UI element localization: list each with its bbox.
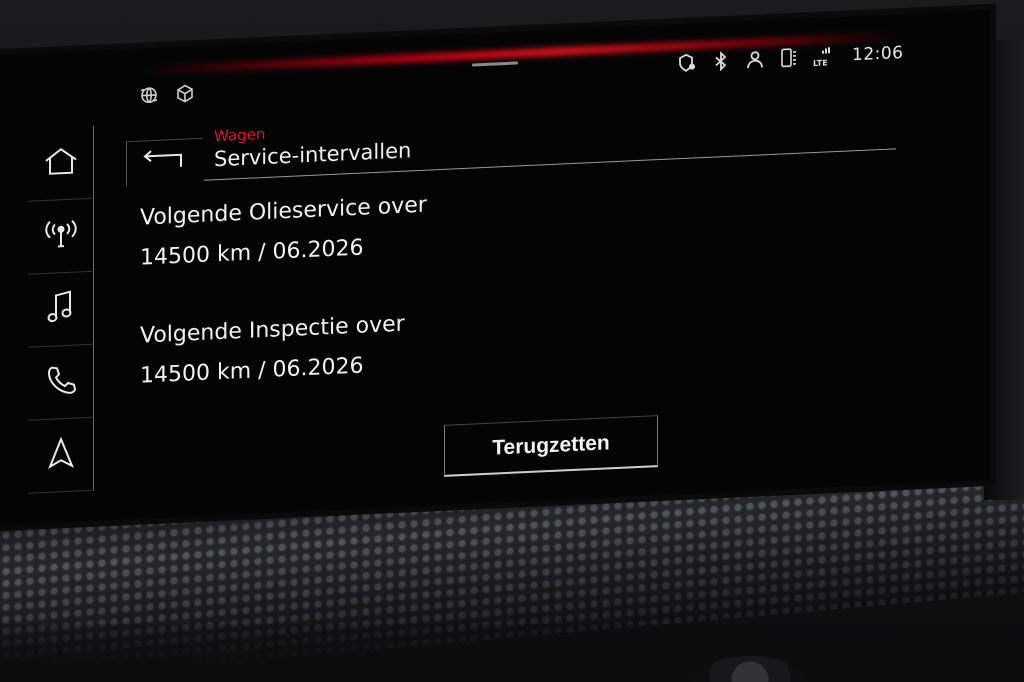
oil-service-block: Volgende Olieservice over 14500 km / 06.… (140, 186, 427, 279)
location-shield-icon (676, 51, 698, 74)
infotainment-screen: LTE 12:06 Wagen Service-intervallen Volg… (0, 10, 990, 525)
sidebar-item-phone[interactable] (28, 344, 94, 421)
navigation-arrow-icon (43, 434, 79, 476)
inspection-block: Volgende Inspectie over 14500 km / 06.20… (140, 305, 405, 397)
screen-rim (984, 40, 1024, 500)
clock: 12:06 (852, 42, 904, 66)
reset-button[interactable]: Terugzetten (444, 415, 658, 477)
phone-icon (43, 361, 79, 403)
music-note-icon (43, 288, 79, 330)
status-bar-left (138, 82, 196, 107)
back-button[interactable] (126, 137, 203, 187)
page-header: Wagen Service-intervallen (214, 118, 411, 171)
svg-text:LTE: LTE (813, 58, 828, 68)
home-icon (43, 145, 79, 181)
bluetooth-icon (710, 50, 732, 73)
dashboard-lower (0, 624, 1024, 682)
sidebar-item-media[interactable] (28, 271, 94, 348)
cube-icon (174, 82, 196, 105)
radio-antenna-icon (43, 218, 79, 254)
sidebar-item-home[interactable] (28, 125, 94, 202)
back-arrow-icon (141, 147, 189, 177)
sync-globe-icon (138, 84, 160, 107)
sidebar (28, 125, 94, 494)
pull-down-handle[interactable] (472, 61, 518, 67)
phone-battery-icon (778, 47, 800, 70)
sidebar-item-radio[interactable] (28, 198, 94, 275)
car-infotainment-photo: LTE 12:06 Wagen Service-intervallen Volg… (0, 0, 1024, 682)
sidebar-item-navigation[interactable] (28, 417, 94, 494)
lte-signal-icon: LTE (812, 45, 834, 68)
profile-icon (744, 48, 766, 71)
